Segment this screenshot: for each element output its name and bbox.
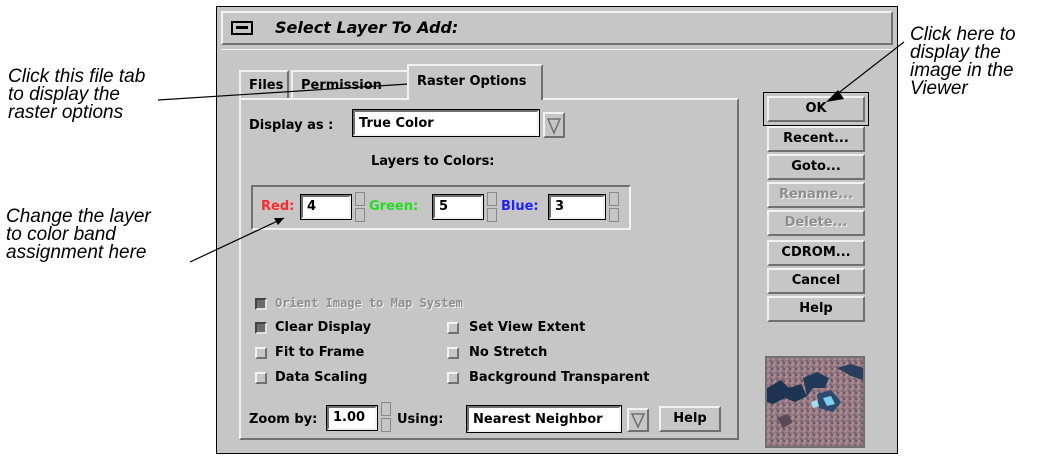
tab-raster-options[interactable]: Raster Options: [407, 64, 543, 100]
tab-label: Raster Options: [417, 74, 527, 89]
